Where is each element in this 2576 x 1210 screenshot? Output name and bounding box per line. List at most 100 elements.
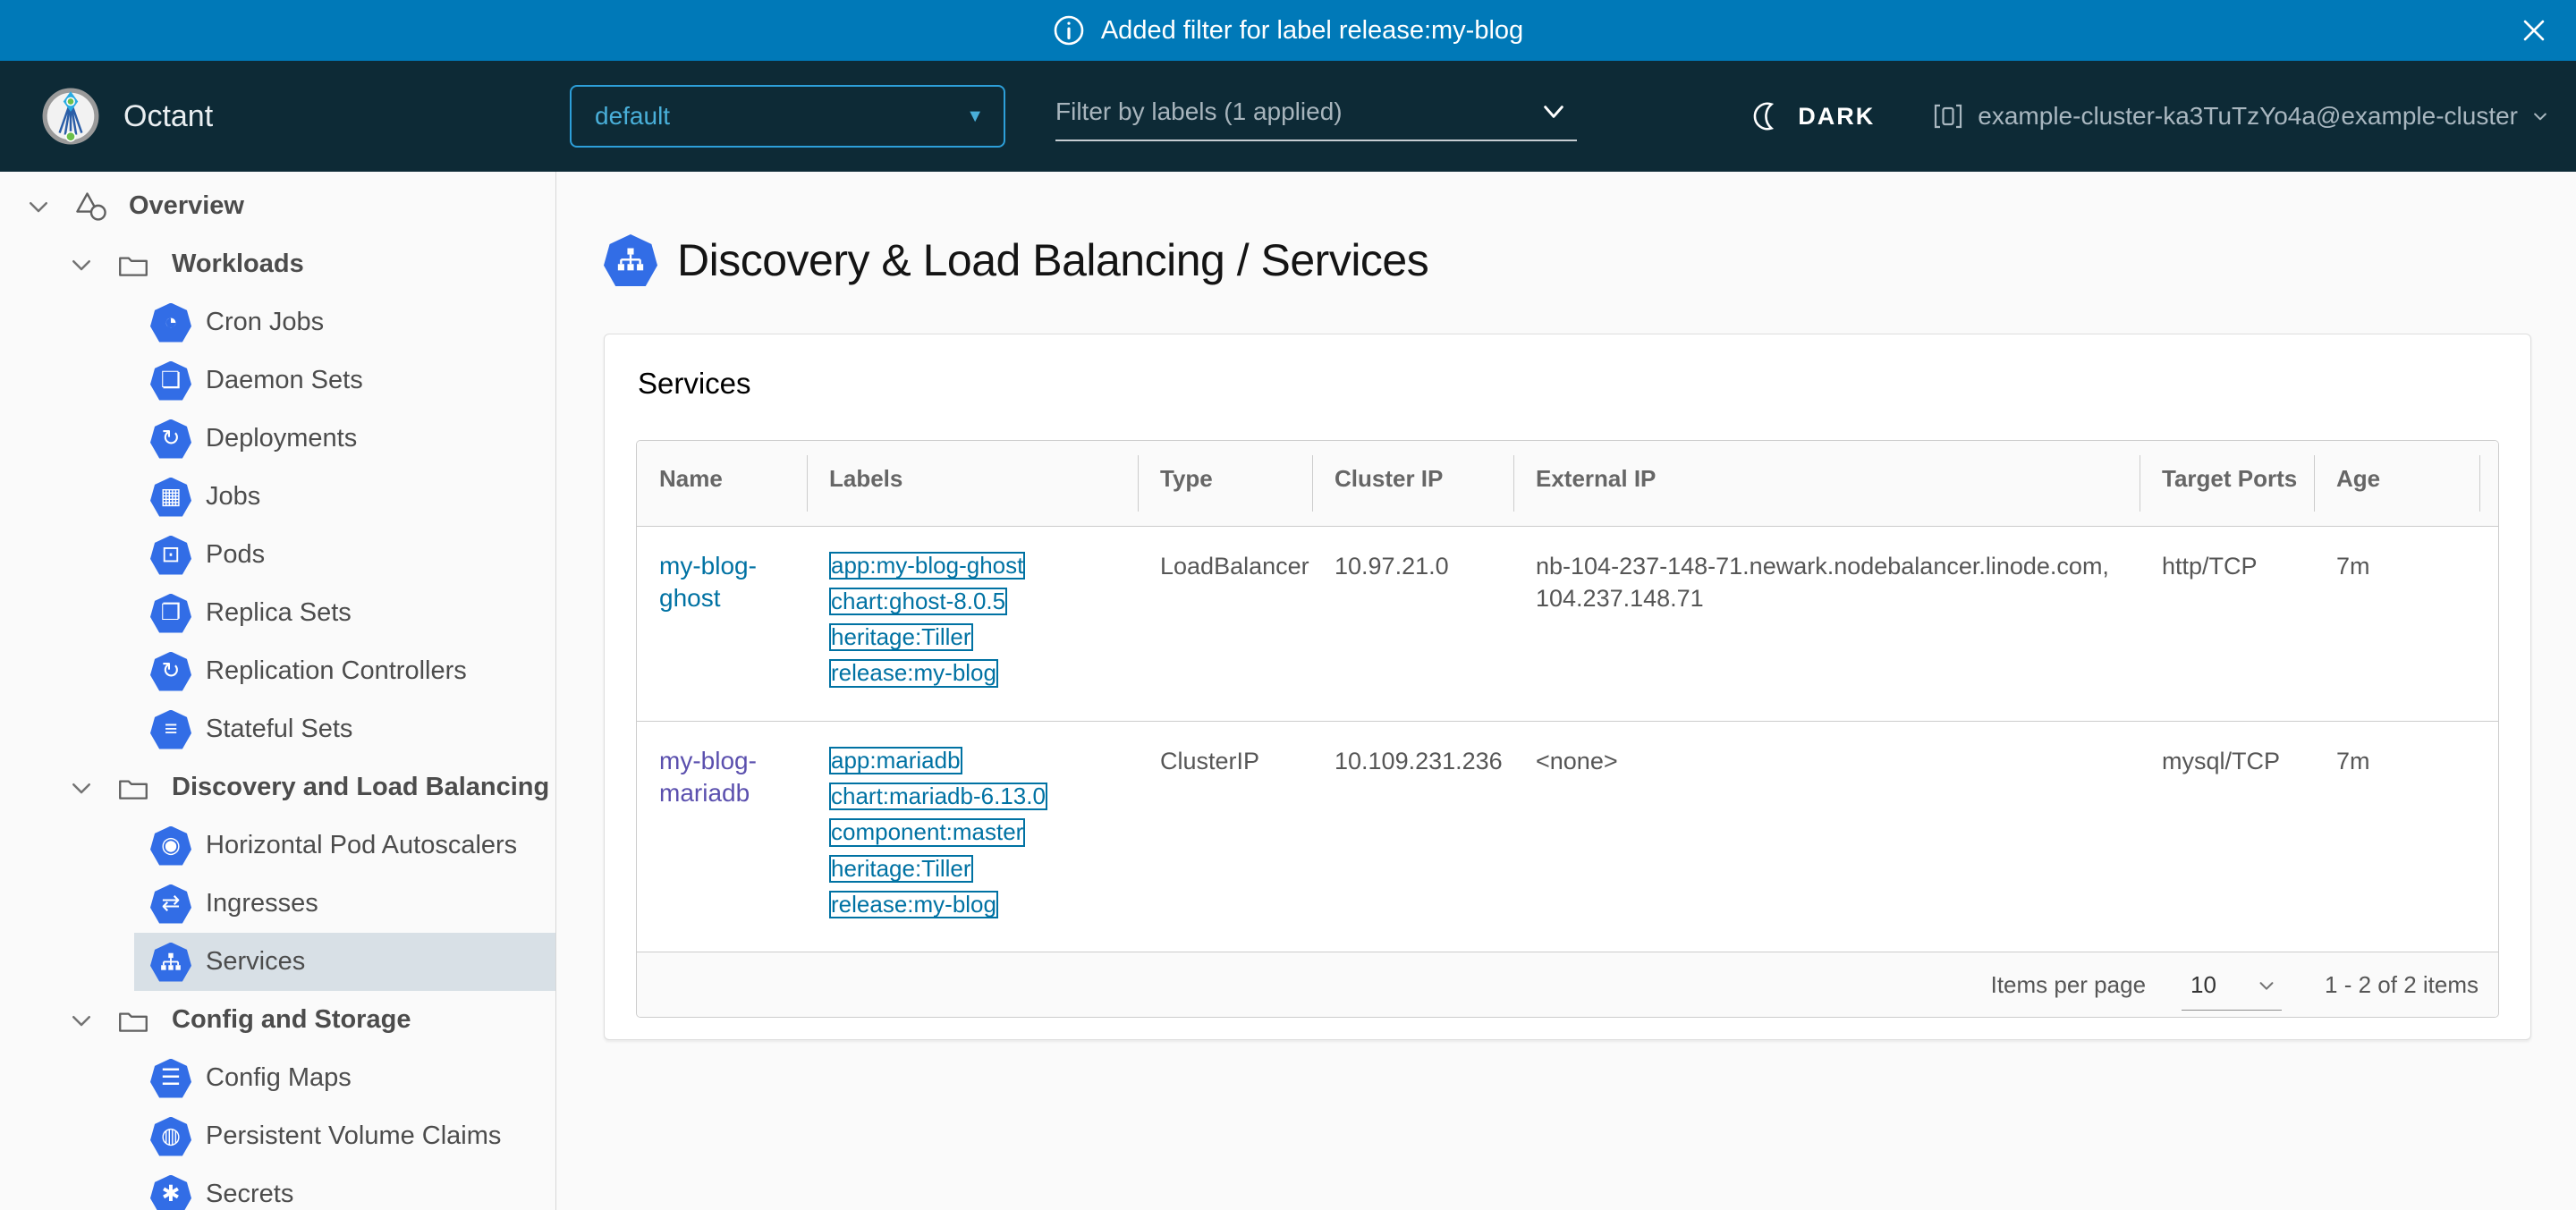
theme-toggle-button[interactable]: DARK	[1748, 100, 1880, 132]
column-header-labels: Labels	[807, 441, 1138, 526]
services-datagrid: Name Labels Type Cluster IP External IP …	[636, 440, 2499, 1018]
table-header-row: Name Labels Type Cluster IP External IP …	[637, 441, 2498, 526]
label-pill[interactable]: chart:ghost-8.0.5	[829, 588, 1007, 615]
cell-cluster-ip: 10.97.21.0	[1312, 526, 1513, 721]
cell-age: 7m	[2314, 721, 2479, 952]
service-link-my-blog-ghost[interactable]: my-blog-ghost	[659, 550, 789, 615]
secrets-icon: ✱	[150, 1175, 191, 1210]
horizontal-pod-autoscalers-icon: ◉	[150, 826, 191, 866]
replica-sets-icon: ❐	[150, 594, 191, 633]
namespace-selector[interactable]: default ▼	[570, 85, 1005, 148]
column-header-type: Type	[1138, 441, 1312, 526]
close-icon	[2519, 15, 2549, 46]
items-per-page-value: 10	[2190, 971, 2216, 999]
caret-down-icon[interactable]	[68, 1007, 95, 1034]
cluster-icon	[1932, 101, 1964, 131]
cell-type: ClusterIP	[1138, 721, 1312, 952]
config-maps-icon: ☰	[150, 1059, 191, 1098]
items-per-page-select[interactable]: 10	[2182, 971, 2282, 1011]
daemon-sets-icon: ❏	[150, 361, 191, 401]
caret-down-icon[interactable]	[68, 774, 95, 801]
moon-icon	[1753, 101, 1784, 131]
label-pill[interactable]: release:my-blog	[829, 891, 998, 918]
overview-icon	[73, 190, 109, 223]
info-icon	[1053, 14, 1085, 47]
cell-external-ip: <none>	[1513, 721, 2140, 952]
label-pill[interactable]: app:my-blog-ghost	[829, 552, 1025, 580]
sidebar-section-workloads[interactable]: Workloads	[0, 235, 555, 293]
sidebar-item-daemon-sets[interactable]: ❏ Daemon Sets	[134, 351, 555, 410]
cell-labels: app:my-blog-ghost chart:ghost-8.0.5 heri…	[807, 526, 1138, 721]
services-icon	[604, 234, 657, 286]
label-pill[interactable]: heritage:Tiller	[829, 855, 973, 883]
sidebar: Overview Workloads ◔ Cron Jobs ❏ Daemon …	[0, 172, 556, 1210]
theme-toggle-label: DARK	[1798, 103, 1875, 131]
column-header-target-ports: Target Ports	[2140, 441, 2314, 526]
chevron-down-icon	[2531, 107, 2549, 125]
label-filter-text: Filter by labels (1 applied)	[1055, 97, 1343, 126]
label-pill[interactable]: chart:mariadb-6.13.0	[829, 783, 1047, 810]
column-header-age: Age	[2314, 441, 2479, 526]
notification-bar: Added filter for label release:my-blog	[0, 0, 2576, 61]
octant-logo	[41, 87, 100, 146]
caret-down-icon[interactable]	[25, 193, 52, 220]
items-per-page-label: Items per page	[1991, 971, 2146, 999]
folder-icon	[116, 1006, 150, 1035]
sidebar-item-jobs[interactable]: ▦ Jobs	[134, 468, 555, 526]
table-row: my-blog-ghost app:my-blog-ghost chart:gh…	[637, 526, 2498, 721]
replication-controllers-icon: ↻	[150, 652, 191, 691]
folder-icon	[116, 250, 150, 279]
brand: Octant	[41, 87, 570, 146]
service-link-my-blog-mariadb[interactable]: my-blog-mariadb	[659, 745, 789, 810]
sidebar-item-cron-jobs[interactable]: ◔ Cron Jobs	[134, 293, 555, 351]
dropdown-arrow-icon: ▼	[966, 106, 984, 127]
sidebar-item-ingresses[interactable]: ⇄ Ingresses	[134, 875, 555, 933]
label-pill[interactable]: app:mariadb	[829, 747, 962, 774]
label-pill[interactable]: release:my-blog	[829, 659, 998, 687]
cron-jobs-icon: ◔	[150, 303, 191, 343]
sidebar-item-pods[interactable]: ⊡ Pods	[134, 526, 555, 584]
cell-cluster-ip: 10.109.231.236	[1312, 721, 1513, 952]
page-title: Discovery & Load Balancing / Services	[677, 234, 1428, 286]
chevron-down-icon	[2257, 976, 2276, 995]
cell-target-ports: mysql/TCP	[2140, 721, 2314, 952]
services-card: Services Name Labels Type Cluster IP	[604, 334, 2531, 1040]
sidebar-item-persistent-volume-claims[interactable]: ◍ Persistent Volume Claims	[134, 1107, 555, 1165]
cell-name: my-blog-ghost	[637, 526, 807, 721]
cell-target-ports: http/TCP	[2140, 526, 2314, 721]
sidebar-item-replica-sets[interactable]: ❐ Replica Sets	[134, 584, 555, 642]
sidebar-item-config-maps[interactable]: ☰ Config Maps	[134, 1049, 555, 1107]
deployments-icon: ↻	[150, 419, 191, 459]
table-row: my-blog-mariadb app:mariadb chart:mariad…	[637, 721, 2498, 952]
column-header-name: Name	[637, 441, 807, 526]
cluster-context-selector[interactable]: example-cluster-ka3TuTzYo4a@example-clus…	[1932, 101, 2549, 131]
sidebar-section-discovery-and-load-balancing[interactable]: Discovery and Load Balancing	[0, 758, 555, 817]
sidebar-item-replication-controllers[interactable]: ↻ Replication Controllers	[134, 642, 555, 700]
sidebar-item-services[interactable]: Services	[134, 933, 555, 991]
sidebar-section-config-and-storage[interactable]: Config and Storage	[0, 991, 555, 1049]
column-header-cluster-ip: Cluster IP	[1312, 441, 1513, 526]
sidebar-item-overview[interactable]: Overview	[0, 177, 555, 235]
services-icon	[150, 943, 191, 982]
sidebar-item-deployments[interactable]: ↻ Deployments	[134, 410, 555, 468]
column-header-gutter	[2479, 441, 2498, 526]
sidebar-item-secrets[interactable]: ✱ Secrets	[134, 1165, 555, 1210]
services-table: Name Labels Type Cluster IP External IP …	[637, 441, 2498, 952]
pagination-range: 1 - 2 of 2 items	[2325, 971, 2479, 999]
sidebar-item-stateful-sets[interactable]: ≡ Stateful Sets	[134, 700, 555, 758]
cell-type: LoadBalancer	[1138, 526, 1312, 721]
label-pill[interactable]: heritage:Tiller	[829, 623, 973, 651]
cell-name: my-blog-mariadb	[637, 721, 807, 952]
label-filter-dropdown[interactable]: Filter by labels (1 applied)	[1055, 84, 1577, 141]
caret-down-icon[interactable]	[68, 251, 95, 278]
stateful-sets-icon: ≡	[150, 710, 191, 749]
sidebar-item-horizontal-pod-autoscalers[interactable]: ◉ Horizontal Pod Autoscalers	[134, 817, 555, 875]
close-notification-button[interactable]	[2515, 12, 2553, 49]
pods-icon: ⊡	[150, 536, 191, 575]
ingresses-icon: ⇄	[150, 884, 191, 924]
chevron-down-icon	[1539, 97, 1568, 126]
label-pill[interactable]: component:master	[829, 818, 1025, 846]
table-footer: Items per page 10 1 - 2 of 2 items	[637, 952, 2498, 1017]
jobs-icon: ▦	[150, 478, 191, 517]
notification-message: Added filter for label release:my-blog	[1101, 16, 1523, 46]
